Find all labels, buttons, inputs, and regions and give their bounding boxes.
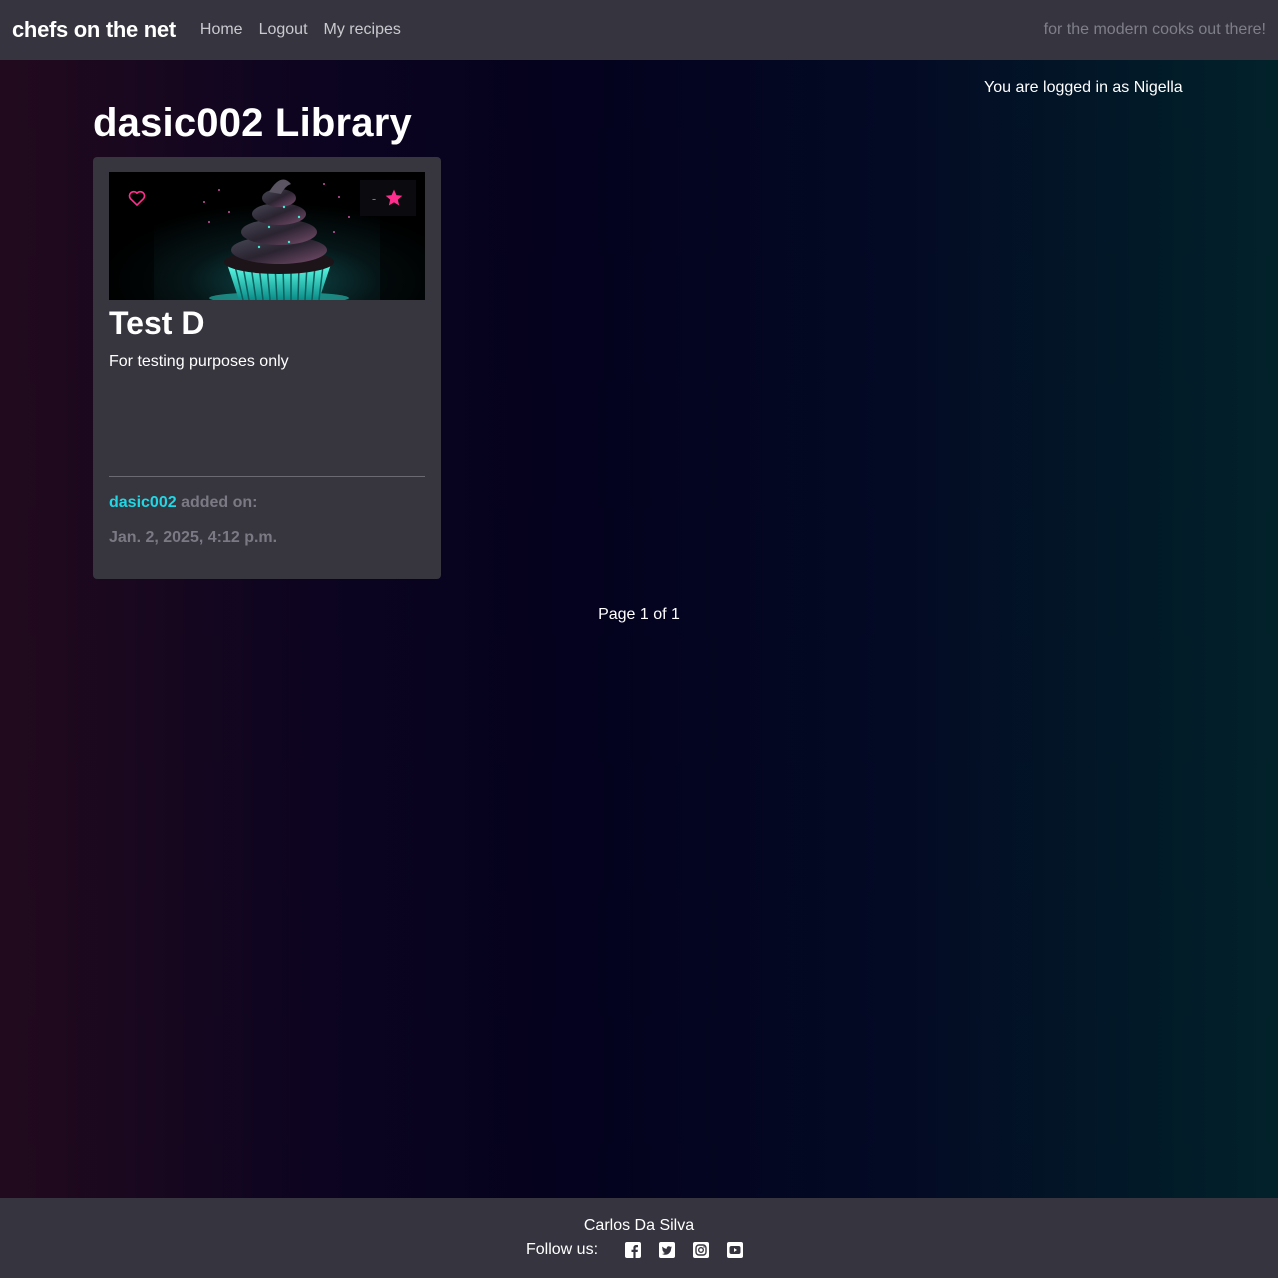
star-icon	[385, 189, 403, 206]
recipe-date: Jan. 2, 2025, 4:12 p.m.	[109, 529, 278, 546]
pagination-status: Page 1 of 1	[598, 606, 680, 623]
facebook-icon[interactable]	[625, 1242, 642, 1258]
recipe-description: For testing purposes only	[109, 353, 289, 370]
footer-social: Follow us:	[0, 1241, 1278, 1259]
site-tagline: for the modern cooks out there!	[1043, 21, 1266, 38]
card-divider	[109, 476, 425, 477]
rating-box: -	[360, 180, 416, 216]
page-title: dasic002 Library	[93, 101, 412, 145]
footer-author-name: Carlos Da Silva	[583, 1217, 695, 1234]
rating-value: -	[371, 190, 377, 206]
site-footer: Carlos Da Silva Follow us:	[0, 1198, 1278, 1278]
added-on-label: added on:	[181, 494, 258, 511]
nav-link-logout[interactable]: Logout	[251, 21, 316, 39]
recipe-meta: dasic002 added on:	[109, 494, 258, 512]
recipe-image[interactable]: -	[109, 172, 425, 300]
top-navbar: chefs on the net Home Logout My recipes …	[0, 0, 1278, 60]
recipe-title[interactable]: Test D	[109, 305, 204, 342]
nav-link-home[interactable]: Home	[192, 21, 251, 39]
instagram-icon[interactable]	[693, 1242, 710, 1258]
recipe-author-link[interactable]: dasic002	[109, 494, 177, 511]
heart-outline-icon[interactable]	[127, 188, 147, 208]
nav-link-my-recipes[interactable]: My recipes	[316, 21, 409, 39]
youtube-icon[interactable]	[727, 1242, 744, 1258]
login-status: You are logged in as Nigella	[984, 79, 1183, 96]
follow-us-label: Follow us:	[525, 1241, 599, 1258]
twitter-icon[interactable]	[659, 1242, 676, 1258]
recipe-card[interactable]: - Test D For testing purposes only dasic…	[93, 157, 441, 579]
site-brand[interactable]: chefs on the net	[12, 17, 176, 43]
